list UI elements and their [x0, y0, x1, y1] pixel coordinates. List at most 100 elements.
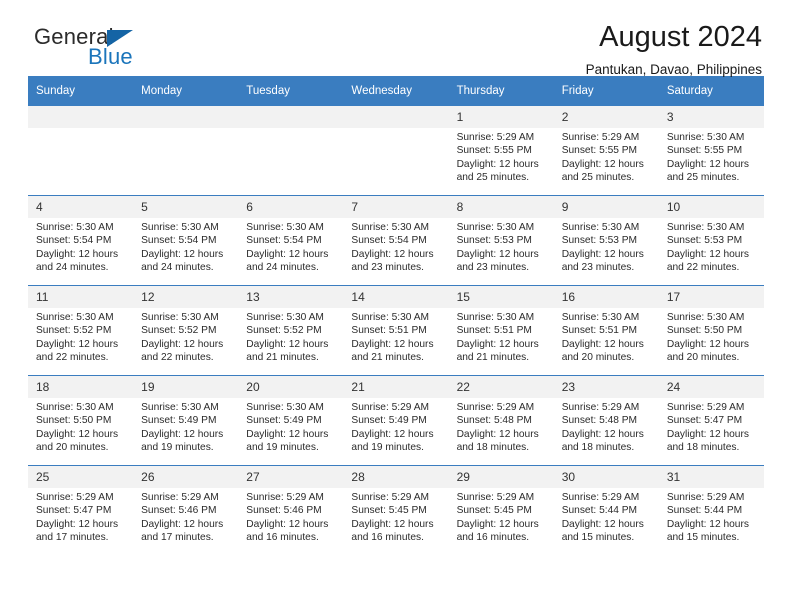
day-number: 19 [133, 376, 239, 398]
calendar-day-cell[interactable]: 31 Sunrise: 5:29 AM Sunset: 5:44 PM Dayligh… [658, 465, 764, 555]
sunrise-text: Sunrise: 5:29 AM [456, 492, 535, 503]
calendar-day-cell[interactable]: 13 Sunrise: 5:30 AM Sunset: 5:52 PM Dayligh… [238, 285, 344, 376]
sunrise-text: Sunrise: 5:30 AM [456, 312, 535, 323]
sunset-text: Sunset: 5:54 PM [246, 235, 322, 247]
sunset-text: Sunset: 5:49 PM [246, 415, 322, 427]
sunset-text: Sunset: 5:50 PM [36, 415, 112, 427]
sunrise-text: Sunrise: 5:29 AM [351, 492, 430, 503]
sunset-text: Sunset: 5:44 PM [666, 505, 743, 517]
general-blue-logo[interactable]: General Blue [28, 22, 188, 74]
calendar-day-cell[interactable]: 7 Sunrise: 5:30 AM Sunset: 5:54 PM Daylight… [343, 195, 449, 286]
calendar-day-cell[interactable]: 11 Sunrise: 5:30 AM Sunset: 5:52 PM Dayligh… [28, 285, 134, 376]
sunrise-text: Sunrise: 5:30 AM [666, 222, 745, 233]
daylight-text-line2: and 24 minutes. [141, 262, 214, 274]
day-sun-info: Sunrise: 5:30 AM Sunset: 5:53 PM Daylight:… [449, 218, 554, 275]
sunrise-text: Sunrise: 5:29 AM [36, 492, 114, 503]
daylight-text-line1: Daylight: 12 hours [561, 248, 644, 260]
sunrise-text: Sunrise: 5:29 AM [561, 132, 640, 143]
daylight-text-line1: Daylight: 12 hours [351, 338, 434, 350]
sunrise-text: Sunrise: 5:30 AM [36, 402, 114, 413]
calendar-day-cell[interactable]: 14 Sunrise: 5:30 AM Sunset: 5:51 PM Dayligh… [343, 285, 449, 376]
daylight-text-line1: Daylight: 12 hours [141, 428, 224, 440]
day-sun-info: Sunrise: 5:30 AM Sunset: 5:54 PM Daylight:… [133, 218, 238, 275]
daylight-text-line2: and 18 minutes. [561, 442, 635, 454]
calendar-day-cell[interactable]: 22 Sunrise: 5:29 AM Sunset: 5:48 PM Dayligh… [448, 375, 554, 466]
calendar-day-cell[interactable]: 24 Sunrise: 5:29 AM Sunset: 5:47 PM Dayligh… [658, 375, 764, 466]
calendar-day-cell[interactable]: 21 Sunrise: 5:29 AM Sunset: 5:49 PM Dayligh… [343, 375, 449, 466]
daylight-text-line2: and 17 minutes. [141, 532, 214, 544]
calendar-page: General Blue August 2024 Pantukan, Davao… [0, 0, 792, 612]
day-sun-info: Sunrise: 5:29 AM Sunset: 5:45 PM Daylight:… [343, 488, 448, 545]
day-sun-info: Sunrise: 5:30 AM Sunset: 5:49 PM Daylight:… [238, 398, 343, 455]
daylight-text-line2: and 21 minutes. [351, 352, 424, 364]
daylight-text-line1: Daylight: 12 hours [561, 338, 644, 350]
calendar-day-cell[interactable]: 28 Sunrise: 5:29 AM Sunset: 5:45 PM Dayligh… [343, 465, 449, 555]
daylight-text-line1: Daylight: 12 hours [246, 518, 329, 530]
daylight-text-line1: Daylight: 12 hours [36, 338, 119, 350]
calendar-day-cell[interactable]: 17 Sunrise: 5:30 AM Sunset: 5:50 PM Dayligh… [658, 285, 764, 376]
sunset-text: Sunset: 5:53 PM [561, 235, 638, 247]
day-number: 12 [133, 286, 239, 308]
daylight-text-line2: and 19 minutes. [246, 442, 319, 454]
weekday-header-row: Sunday Monday Tuesday Wednesday Thursday… [28, 76, 764, 106]
sunrise-text: Sunrise: 5:30 AM [561, 222, 640, 233]
day-sun-info: Sunrise: 5:29 AM Sunset: 5:48 PM Daylight:… [449, 398, 554, 455]
day-sun-info: Sunrise: 5:30 AM Sunset: 5:50 PM Daylight:… [659, 308, 764, 365]
day-sun-info: Sunrise: 5:29 AM Sunset: 5:44 PM Daylight:… [554, 488, 659, 545]
calendar-day-cell[interactable]: 18 Sunrise: 5:30 AM Sunset: 5:50 PM Dayligh… [28, 375, 134, 466]
day-number: 27 [238, 466, 344, 488]
calendar-day-cell[interactable]: 20 Sunrise: 5:30 AM Sunset: 5:49 PM Dayligh… [238, 375, 344, 466]
calendar-day-cell[interactable]: 26 Sunrise: 5:29 AM Sunset: 5:46 PM Dayligh… [133, 465, 239, 555]
calendar-day-cell[interactable]: 4 Sunrise: 5:30 AM Sunset: 5:54 PM Daylight… [28, 195, 134, 286]
daylight-text-line2: and 15 minutes. [561, 532, 635, 544]
day-number: 15 [448, 286, 554, 308]
daylight-text-line1: Daylight: 12 hours [141, 338, 224, 350]
day-number: 26 [133, 466, 239, 488]
day-number: 7 [343, 196, 449, 218]
calendar-day-cell[interactable]: 29 Sunrise: 5:29 AM Sunset: 5:45 PM Dayligh… [448, 465, 554, 555]
calendar-week-row: 18 Sunrise: 5:30 AM Sunset: 5:50 PM Dayligh… [28, 375, 764, 466]
calendar-day-cell[interactable]: 27 Sunrise: 5:29 AM Sunset: 5:46 PM Dayligh… [238, 465, 344, 555]
sunrise-text: Sunrise: 5:30 AM [666, 312, 745, 323]
calendar-day-cell[interactable]: 10 Sunrise: 5:30 AM Sunset: 5:53 PM Dayligh… [658, 195, 764, 286]
calendar-day-cell[interactable]: 9 Sunrise: 5:30 AM Sunset: 5:53 PM Daylight… [553, 195, 659, 286]
daylight-text-line1: Daylight: 12 hours [141, 518, 224, 530]
calendar-day-cell[interactable]: 5 Sunrise: 5:30 AM Sunset: 5:54 PM Daylight… [133, 195, 239, 286]
sunrise-text: Sunrise: 5:30 AM [666, 132, 745, 143]
calendar-day-cell[interactable]: 3 Sunrise: 5:30 AM Sunset: 5:55 PM Daylight… [658, 105, 764, 196]
sunset-text: Sunset: 5:49 PM [141, 415, 217, 427]
weekday-header-friday: Friday [553, 76, 659, 106]
day-sun-info: Sunrise: 5:30 AM Sunset: 5:54 PM Daylight:… [343, 218, 448, 275]
calendar-day-cell[interactable]: 1 Sunrise: 5:29 AM Sunset: 5:55 PM Daylight… [448, 105, 554, 196]
daylight-text-line1: Daylight: 12 hours [36, 248, 119, 260]
calendar-day-cell[interactable]: 30 Sunrise: 5:29 AM Sunset: 5:44 PM Dayligh… [553, 465, 659, 555]
calendar-day-cell[interactable]: 8 Sunrise: 5:30 AM Sunset: 5:53 PM Daylight… [448, 195, 554, 286]
calendar-day-cell[interactable]: 25 Sunrise: 5:29 AM Sunset: 5:47 PM Dayligh… [28, 465, 134, 555]
calendar-day-cell[interactable]: 23 Sunrise: 5:29 AM Sunset: 5:48 PM Dayligh… [553, 375, 659, 466]
sunrise-text: Sunrise: 5:30 AM [141, 222, 219, 233]
sunrise-text: Sunrise: 5:30 AM [141, 312, 219, 323]
calendar-day-cell[interactable]: 16 Sunrise: 5:30 AM Sunset: 5:51 PM Dayligh… [553, 285, 659, 376]
calendar-day-cell[interactable]: 19 Sunrise: 5:30 AM Sunset: 5:49 PM Dayligh… [133, 375, 239, 466]
calendar-day-cell[interactable]: 15 Sunrise: 5:30 AM Sunset: 5:51 PM Dayligh… [448, 285, 554, 376]
day-sun-info: Sunrise: 5:30 AM Sunset: 5:55 PM Daylight:… [659, 128, 764, 185]
sunrise-text: Sunrise: 5:29 AM [456, 402, 535, 413]
calendar-day-cell[interactable]: 2 Sunrise: 5:29 AM Sunset: 5:55 PM Daylight… [553, 105, 659, 196]
sunrise-text: Sunrise: 5:30 AM [456, 222, 535, 233]
daylight-text-line2: and 24 minutes. [246, 262, 319, 274]
daylight-text-line1: Daylight: 12 hours [36, 428, 119, 440]
sunset-text: Sunset: 5:51 PM [456, 325, 532, 337]
calendar-day-cell[interactable]: 12 Sunrise: 5:30 AM Sunset: 5:52 PM Dayligh… [133, 285, 239, 376]
day-number: 3 [658, 106, 764, 128]
daylight-text-line1: Daylight: 12 hours [351, 428, 434, 440]
daylight-text-line2: and 23 minutes. [561, 262, 635, 274]
sunset-text: Sunset: 5:44 PM [561, 505, 638, 517]
daylight-text-line2: and 19 minutes. [351, 442, 424, 454]
sunrise-text: Sunrise: 5:30 AM [561, 312, 640, 323]
day-sun-info: Sunrise: 5:29 AM Sunset: 5:47 PM Daylight:… [659, 398, 764, 455]
sunrise-text: Sunrise: 5:29 AM [666, 492, 745, 503]
calendar-day-cell[interactable]: 6 Sunrise: 5:30 AM Sunset: 5:54 PM Daylight… [238, 195, 344, 286]
sunset-text: Sunset: 5:54 PM [141, 235, 217, 247]
daylight-text-line2: and 15 minutes. [666, 532, 740, 544]
daylight-text-line2: and 25 minutes. [561, 172, 635, 184]
